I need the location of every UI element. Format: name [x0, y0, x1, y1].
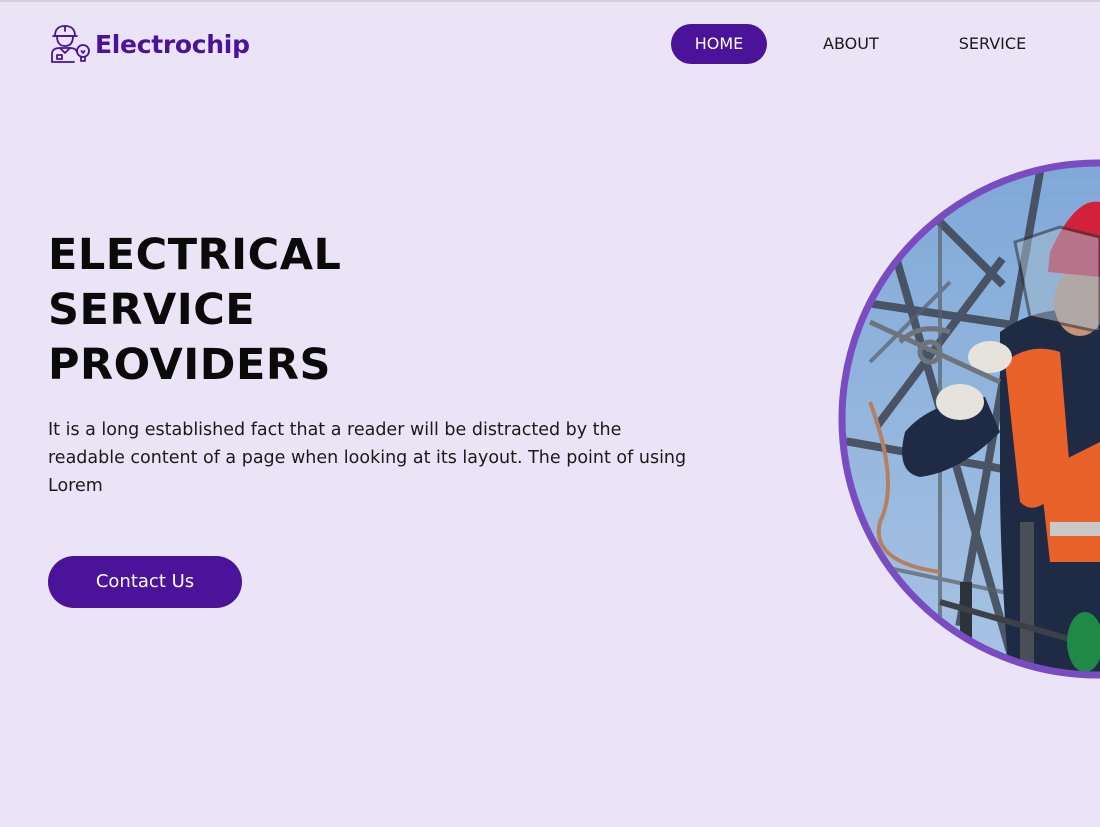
nav-about[interactable]: ABOUT [823, 24, 879, 64]
hero-title: ELECTRICAL SERVICE PROVIDERS [48, 228, 341, 393]
hero-title-line: SERVICE [48, 285, 256, 335]
nav-service[interactable]: SERVICE [959, 24, 1026, 64]
brand-logo[interactable]: Electrochip [48, 22, 250, 66]
contact-us-button[interactable]: Contact Us [48, 556, 242, 608]
hero-description: It is a long established fact that a rea… [48, 420, 687, 496]
hero-title-line: ELECTRICAL [48, 230, 342, 280]
main-nav: HOME ABOUT SERVICE [671, 24, 1026, 64]
site-header: Electrochip HOME ABOUT SERVICE [0, 2, 1100, 92]
brand-name: Electrochip [95, 29, 250, 59]
electrician-worker-icon [51, 25, 90, 63]
hero-title-line: PROVIDERS [48, 340, 331, 390]
nav-home[interactable]: HOME [671, 24, 767, 64]
electrician-working-photo [838, 159, 1100, 679]
